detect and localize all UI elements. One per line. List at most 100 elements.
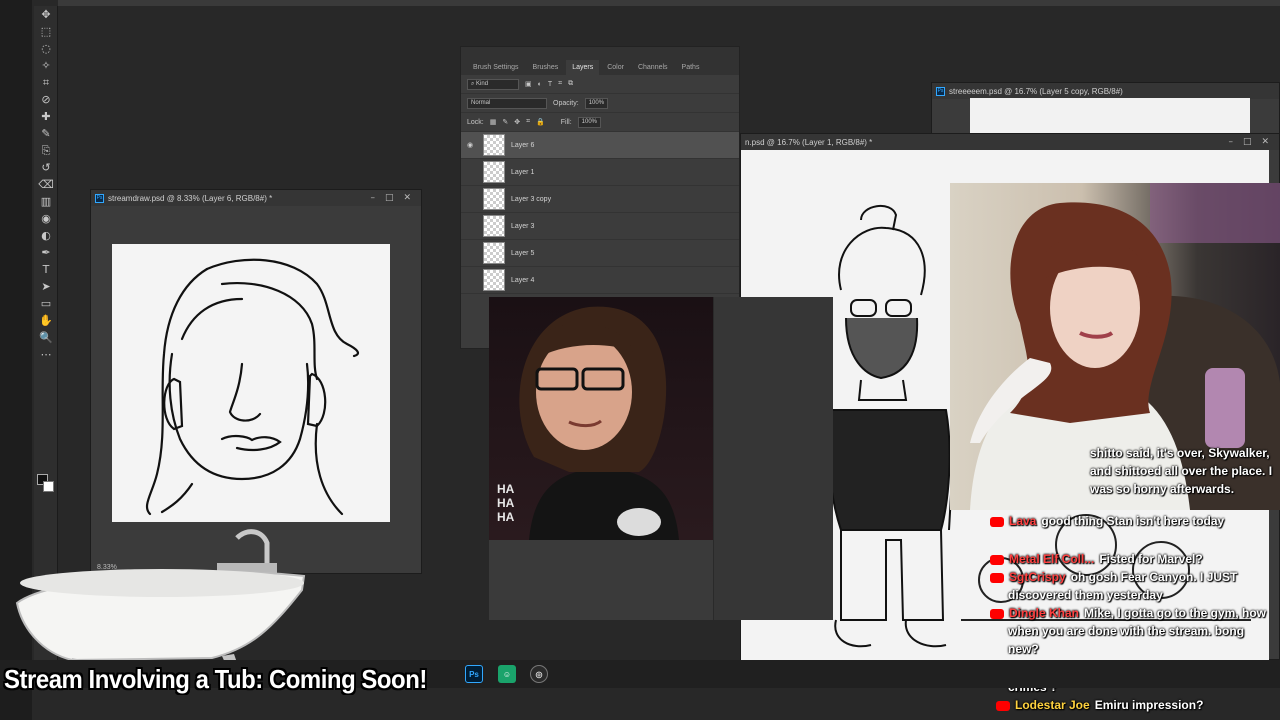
layer-list: ◉ Layer 6 Layer 1 Layer 3 copy Layer 3 Layer … [461, 132, 739, 294]
history-brush-icon[interactable]: ↺ [34, 159, 58, 176]
search-icon: ⌕ [471, 80, 475, 87]
tab-channels[interactable]: Channels [632, 60, 674, 75]
chat-username[interactable]: Dingle Khan [1009, 606, 1079, 620]
window-titlebar[interactable]: n.psd @ 16.7% (Layer 1, RGB/8#) * – □ ✕ [741, 134, 1279, 150]
eyedropper-icon[interactable]: ⊘ [34, 91, 58, 108]
crop-icon[interactable]: ⌗ [34, 74, 58, 91]
layer-row[interactable]: Layer 3 [461, 213, 739, 240]
maximize-icon[interactable]: □ [1243, 137, 1252, 147]
layer-row[interactable]: Layer 4 [461, 267, 739, 294]
layer-thumbnail [483, 215, 505, 237]
shirt-print: HA HA HA [497, 482, 515, 524]
lock-all-icon[interactable]: 🔒 [536, 118, 545, 126]
layer-thumbnail [483, 242, 505, 264]
tab-brush-settings[interactable]: Brush Settings [467, 60, 525, 75]
layer-row[interactable]: Layer 1 [461, 159, 739, 186]
streamdraw-document-window[interactable]: Ps streamdraw.psd @ 8.33% (Layer 6, RGB/… [90, 189, 422, 574]
edit-toolbar-icon[interactable]: ⋯ [34, 346, 58, 363]
top-ruler [58, 0, 1280, 6]
chat-username[interactable]: Lava [1009, 514, 1036, 528]
streeeeem-document-window[interactable]: Ps streeeeem.psd @ 16.7% (Layer 5 copy, … [931, 82, 1280, 135]
maximize-icon[interactable]: □ [385, 193, 394, 203]
window-title: streamdraw.psd @ 8.33% (Layer 6, RGB/8#)… [108, 193, 273, 203]
face-sketch [145, 258, 360, 516]
brush-icon[interactable]: ✎ [34, 125, 58, 142]
background-color-swatch[interactable] [43, 481, 54, 492]
filter-smart-object-icon[interactable]: ⧉ [568, 80, 573, 88]
layer-thumbnail [483, 188, 505, 210]
layer-name: Layer 5 [511, 249, 535, 257]
layer-row[interactable]: ◉ Layer 6 [461, 132, 739, 159]
lock-image-icon[interactable]: ✎ [502, 118, 508, 126]
layer-name: Layer 1 [511, 168, 535, 176]
chat-text: shitto said, it's over, Skywalker, and s… [1090, 446, 1273, 496]
lock-label: Lock: [467, 118, 484, 126]
fill-field[interactable]: 100% [577, 116, 602, 128]
lock-transparent-icon[interactable]: ▦ [490, 118, 497, 126]
chat-message: Lava good thing Stan isn't here today [990, 512, 1270, 530]
marquee-icon[interactable]: ⬚ [34, 23, 58, 40]
youtube-icon [990, 572, 1004, 583]
dodge-icon[interactable]: ◐ [34, 227, 58, 244]
chat-username[interactable]: Metal Elf Coll... [1009, 552, 1094, 566]
chat-message: Lodestar Joe Emiru impression? [996, 696, 1276, 714]
window-titlebar[interactable]: Ps streeeeem.psd @ 16.7% (Layer 5 copy, … [932, 83, 1279, 99]
chat-message: Dingle Khan Mike, I gotta go to the gym, … [990, 604, 1270, 658]
filter-shape-icon[interactable]: ⌗ [558, 80, 562, 88]
back-canvas[interactable] [970, 98, 1250, 135]
pen-icon[interactable]: ✒ [34, 244, 58, 261]
layer-name: Layer 4 [511, 276, 535, 284]
close-icon[interactable]: ✕ [1261, 137, 1269, 147]
move-icon[interactable]: ✥ [34, 6, 58, 23]
magic-wand-icon[interactable]: ✧ [34, 57, 58, 74]
layer-name: Layer 3 [511, 222, 535, 230]
lock-row: Lock: ▦ ✎ ✥ ⌗ 🔒 Fill: 100% [461, 113, 739, 132]
obs-icon[interactable]: ◎ [530, 665, 548, 683]
filter-type-icon[interactable]: T [548, 81, 552, 88]
shape-icon[interactable]: ▭ [34, 295, 58, 312]
tab-paths[interactable]: Paths [676, 60, 706, 75]
clone-stamp-icon[interactable]: ⎘ [34, 142, 58, 159]
zoom-icon[interactable]: 🔍 [34, 329, 58, 346]
layer-row[interactable]: Layer 3 copy [461, 186, 739, 213]
filter-kind-select[interactable]: ⌕ Kind [467, 78, 519, 90]
healing-brush-icon[interactable]: ✚ [34, 108, 58, 125]
chat-message: SgtCrispy oh gosh Fear Canyon. I JUST dis… [990, 568, 1270, 604]
blur-icon[interactable]: ◉ [34, 210, 58, 227]
chat-message: shitto said, it's over, Skywalker, and s… [1090, 444, 1275, 498]
lock-position-icon[interactable]: ✥ [514, 118, 520, 126]
chat-username[interactable]: SgtCrispy [1009, 570, 1066, 584]
opacity-field[interactable]: 100% [584, 97, 609, 109]
webcam-left: HA HA HA [489, 297, 713, 540]
window-title: streeeeem.psd @ 16.7% (Layer 5 copy, RGB… [949, 86, 1123, 96]
filter-image-icon[interactable]: ▣ [525, 80, 532, 88]
minimize-icon[interactable]: – [1228, 137, 1233, 147]
hand-icon[interactable]: ✋ [34, 312, 58, 329]
path-select-icon[interactable]: ➤ [34, 278, 58, 295]
window-titlebar[interactable]: Ps streamdraw.psd @ 8.33% (Layer 6, RGB/… [91, 190, 421, 206]
blend-row: Normal Opacity: 100% [461, 94, 739, 113]
close-icon[interactable]: ✕ [403, 193, 411, 203]
blend-mode-select[interactable]: Normal [467, 97, 547, 109]
drawing-canvas[interactable] [112, 244, 390, 522]
discord-icon[interactable]: ☺ [498, 665, 516, 683]
gradient-icon[interactable]: ▥ [34, 193, 58, 210]
chat-text: Fisted for Marvel? [1099, 552, 1203, 566]
layer-row[interactable]: Layer 5 [461, 240, 739, 267]
youtube-icon [990, 608, 1004, 619]
lock-artboard-icon[interactable]: ⌗ [526, 118, 530, 126]
type-icon[interactable]: T [34, 261, 58, 278]
tab-brushes[interactable]: Brushes [527, 60, 565, 75]
lasso-icon[interactable]: ◌ [34, 40, 58, 57]
tab-color[interactable]: Color [601, 60, 630, 75]
eraser-icon[interactable]: ⌫ [34, 176, 58, 193]
chat-username[interactable]: Lodestar Joe [1015, 698, 1090, 712]
visibility-eye-icon[interactable]: ◉ [467, 141, 477, 149]
layer-thumbnail [483, 134, 505, 156]
photoshop-taskbar-icon[interactable]: Ps [465, 665, 483, 683]
tab-layers[interactable]: Layers [566, 60, 600, 75]
chat-text: good thing Stan isn't here today [1041, 514, 1225, 528]
minimize-icon[interactable]: – [370, 193, 375, 203]
filter-adjustment-icon[interactable]: ◐ [538, 81, 542, 88]
layer-thumbnail [483, 161, 505, 183]
